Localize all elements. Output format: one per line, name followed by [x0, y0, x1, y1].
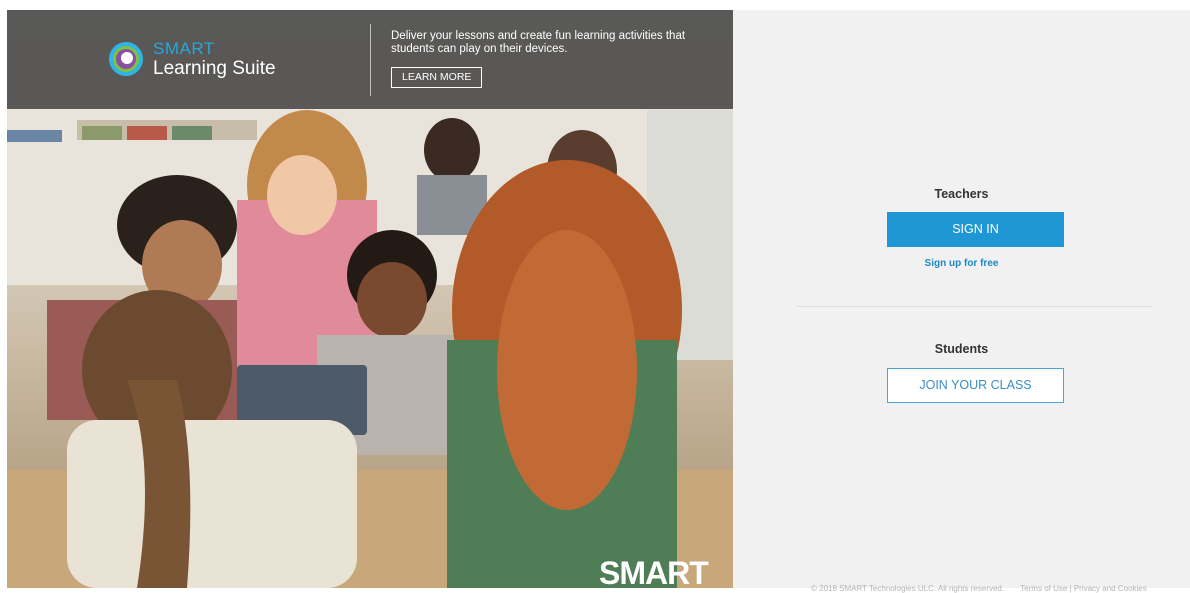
banner-divider: [370, 24, 371, 96]
login-panel: Teachers SIGN IN Sign up for free Studen…: [733, 10, 1190, 593]
teachers-heading: Teachers: [934, 187, 989, 201]
students-heading: Students: [934, 342, 989, 356]
join-class-button[interactable]: JOIN YOUR CLASS: [887, 368, 1064, 403]
promo-banner: SMART Learning Suite Deliver your lesson…: [7, 10, 733, 109]
hero-image: SMART Learning Suite Deliver your lesson…: [7, 10, 733, 588]
smart-learning-suite-logo: SMART Learning Suite: [107, 38, 287, 82]
sign-up-link[interactable]: Sign up for free: [733, 258, 1190, 269]
copyright-text: © 2018 SMART Technologies ULC. All right…: [811, 584, 1005, 593]
logo-brand-text: SMART: [153, 39, 215, 58]
learn-more-button[interactable]: LEARN MORE: [391, 67, 483, 88]
footer-links[interactable]: Terms of Use | Privacy and Cookies: [1020, 584, 1147, 593]
suite-logo-icon: [109, 42, 143, 76]
footer: © 2018 SMART Technologies ULC. All right…: [811, 584, 1161, 593]
smart-watermark-logo: SMART: [599, 555, 709, 588]
section-divider: [797, 306, 1153, 307]
logo-product-text: Learning Suite: [153, 58, 276, 79]
sign-in-button[interactable]: SIGN IN: [887, 212, 1064, 247]
promo-text: Deliver your lessons and create fun lear…: [391, 30, 686, 55]
page: SMART Learning Suite Deliver your lesson…: [7, 10, 1190, 593]
